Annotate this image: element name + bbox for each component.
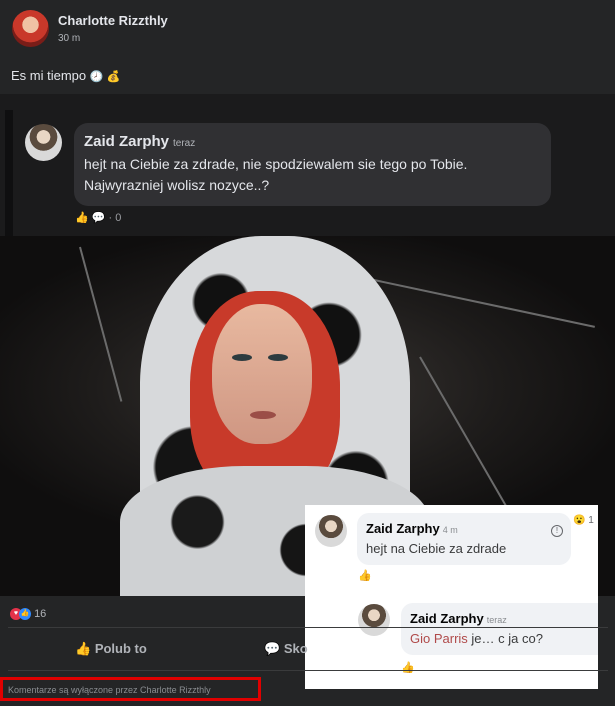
photo-eye-left xyxy=(232,354,252,361)
comment-button-label: Sko xyxy=(283,641,308,656)
overlay-comment-time: 4 m xyxy=(442,525,458,535)
overlay-comment-text: hejt na Ciebie za zdrade xyxy=(366,541,507,556)
thumbs-up-icon[interactable]: 👍 xyxy=(358,569,372,582)
overlay-reply-avatar[interactable] xyxy=(358,604,390,636)
post-reactions[interactable]: ♥ 👍 16 xyxy=(10,608,47,621)
reaction-total: 16 xyxy=(34,608,47,620)
mention-link[interactable]: Gio Parris xyxy=(410,631,468,646)
overlay-comment-author[interactable]: Zaid Zarphy 4 m xyxy=(366,521,458,536)
author-name[interactable]: Charlotte Rizzthly xyxy=(58,13,168,28)
overlay-reply-text: Gio Parris je… c ja co? xyxy=(410,631,543,646)
thumbs-up-icon[interactable]: 👍 xyxy=(75,211,89,224)
post-header: Charlotte Rizzthly 30 m xyxy=(0,0,615,62)
comment-time: teraz xyxy=(173,138,196,149)
comment-count: · 0 xyxy=(108,211,122,224)
comment-actions: 👍 💬 · 0 xyxy=(75,211,122,225)
post-time[interactable]: 30 m xyxy=(58,33,80,44)
overlay-reply-bubble: Zaid Zarphy teraz Gio Parris je… c ja co? xyxy=(401,603,598,655)
comment-button[interactable]: 💬 Sko xyxy=(264,641,308,657)
overlay-reply-author[interactable]: Zaid Zarphy teraz xyxy=(410,611,507,626)
photo-lips xyxy=(250,411,276,419)
divider xyxy=(8,627,608,628)
comment-author-name[interactable]: Zaid Zarphy xyxy=(84,133,169,150)
comment-bubble: Zaid Zarphy teraz hejt na Ciebie za zdrad… xyxy=(74,123,551,206)
overlay-author-name[interactable]: Zaid Zarphy xyxy=(366,521,440,536)
overlay-reply-text-rest: je… c ja co? xyxy=(467,631,543,646)
comments-disabled-text: Komentarze są wyłączone przez Charlotte … xyxy=(8,685,211,695)
overlay-reply-time: teraz xyxy=(486,615,507,625)
photo-eye-right xyxy=(268,354,288,361)
like-icon: 👍 xyxy=(19,608,31,621)
comment-icon[interactable]: 💬 xyxy=(92,211,106,224)
overlay-avatar[interactable] xyxy=(315,515,347,547)
divider xyxy=(8,670,608,671)
embedded-comment-bar xyxy=(5,110,13,236)
thumbs-up-icon[interactable]: 👍 xyxy=(401,661,415,674)
overlay-comment-bubble: Zaid Zarphy 4 m hejt na Ciebie za zdrade … xyxy=(357,513,571,565)
photo-face xyxy=(212,304,312,444)
comment-text: hejt na Ciebie za zdrade, nie spodziewal… xyxy=(84,156,468,193)
author-avatar[interactable] xyxy=(12,10,49,47)
status-text: Es mi tiempo xyxy=(11,68,87,83)
like-button-label: Polub to xyxy=(94,641,147,656)
comment-author[interactable]: Zaid Zarphy teraz xyxy=(84,133,195,150)
status-emojis: 🕗 💰 xyxy=(89,71,121,83)
like-button[interactable]: 👍 Polub to xyxy=(75,641,147,657)
comment-icon: 💬 xyxy=(264,641,281,656)
thumbs-up-icon: 👍 xyxy=(75,641,92,656)
reaction-count[interactable]: 😮 1 xyxy=(573,515,594,526)
photo-streak xyxy=(79,246,123,402)
overlay-reply-author-name[interactable]: Zaid Zarphy xyxy=(410,611,484,626)
info-icon[interactable]: ! xyxy=(551,525,563,537)
comment-avatar[interactable] xyxy=(25,124,62,161)
post-status: Es mi tiempo 🕗 💰 xyxy=(11,68,120,83)
screenshot-overlay: Zaid Zarphy 4 m hejt na Ciebie za zdrade … xyxy=(305,505,598,689)
